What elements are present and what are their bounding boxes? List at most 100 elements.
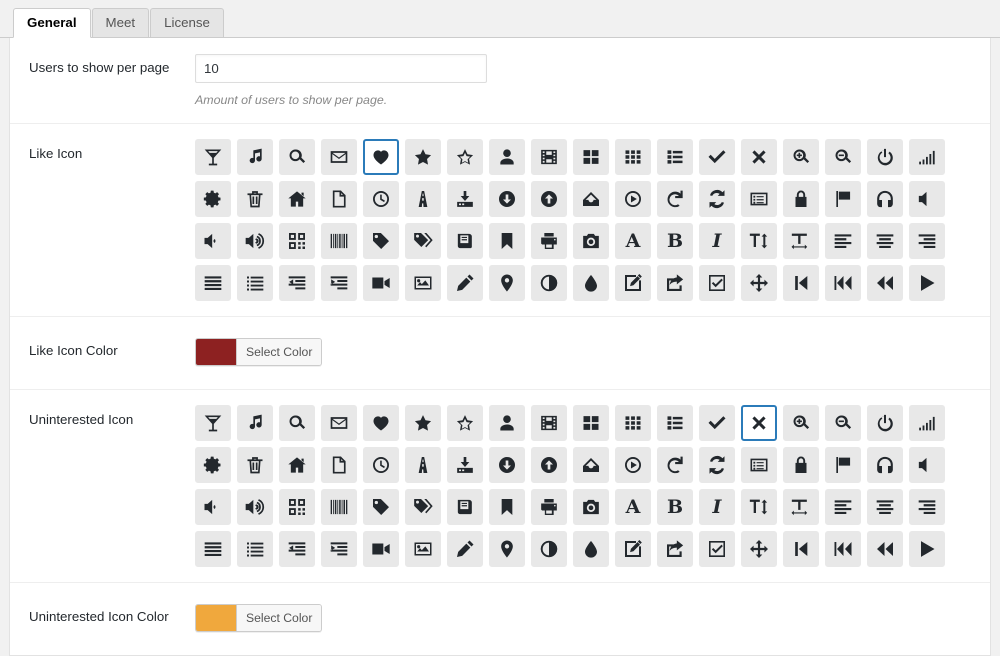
like-icon-color-picker[interactable]: Select Color: [195, 338, 323, 367]
arrow-down-circle-icon[interactable]: [489, 181, 525, 218]
road-icon[interactable]: [405, 181, 441, 218]
pencil-edit-icon[interactable]: [447, 265, 483, 302]
text-italic-i-icon[interactable]: I: [699, 489, 735, 526]
text-width-icon[interactable]: [783, 223, 819, 260]
grid-four-icon[interactable]: [573, 139, 609, 176]
droplet-tint-icon[interactable]: [573, 265, 609, 302]
tags-double-icon[interactable]: [405, 489, 441, 526]
film-strip-icon[interactable]: [531, 139, 567, 176]
arrow-up-circle-icon[interactable]: [531, 181, 567, 218]
arrow-up-circle-icon[interactable]: [531, 447, 567, 484]
text-italic-i-icon[interactable]: I: [699, 223, 735, 260]
trash-can-icon[interactable]: [237, 181, 273, 218]
volume-high-icon[interactable]: [237, 489, 273, 526]
text-height-icon[interactable]: [741, 489, 777, 526]
align-left-icon[interactable]: [825, 489, 861, 526]
power-off-icon[interactable]: [867, 405, 903, 442]
gear-cog-icon[interactable]: [195, 447, 231, 484]
checkbox-checked-icon[interactable]: [699, 531, 735, 568]
sync-arrows-icon[interactable]: [699, 447, 735, 484]
checkbox-checked-icon[interactable]: [699, 265, 735, 302]
play-triangle-icon[interactable]: [909, 531, 945, 568]
star-outline-icon[interactable]: [447, 139, 483, 176]
lock-closed-icon[interactable]: [783, 447, 819, 484]
image-picture-icon[interactable]: [405, 531, 441, 568]
book-icon[interactable]: [447, 489, 483, 526]
road-icon[interactable]: [405, 447, 441, 484]
window-list-icon[interactable]: [741, 447, 777, 484]
power-off-icon[interactable]: [867, 139, 903, 176]
align-right-icon[interactable]: [909, 223, 945, 260]
share-export-icon[interactable]: [657, 265, 693, 302]
envelope-mail-icon[interactable]: [321, 139, 357, 176]
fast-backward-icon[interactable]: [825, 531, 861, 568]
printer-icon[interactable]: [531, 223, 567, 260]
indent-icon[interactable]: [321, 265, 357, 302]
fast-backward-icon[interactable]: [825, 265, 861, 302]
cross-x-icon[interactable]: [741, 139, 777, 176]
user-person-icon[interactable]: [489, 139, 525, 176]
zoom-out-icon[interactable]: [825, 405, 861, 442]
align-right-icon[interactable]: [909, 489, 945, 526]
qr-code-icon[interactable]: [279, 489, 315, 526]
barcode-icon[interactable]: [321, 489, 357, 526]
volume-mute-icon[interactable]: [909, 447, 945, 484]
lock-closed-icon[interactable]: [783, 181, 819, 218]
barcode-icon[interactable]: [321, 223, 357, 260]
film-strip-icon[interactable]: [531, 405, 567, 442]
align-justify-icon[interactable]: [195, 531, 231, 568]
flag-icon[interactable]: [825, 181, 861, 218]
uninterested-icon-color-picker[interactable]: Select Color: [195, 604, 323, 633]
file-page-icon[interactable]: [321, 181, 357, 218]
unordered-list-icon[interactable]: [237, 265, 273, 302]
star-outline-icon[interactable]: [447, 405, 483, 442]
pencil-square-icon[interactable]: [615, 265, 651, 302]
download-tray-icon[interactable]: [447, 181, 483, 218]
play-circle-icon[interactable]: [615, 181, 651, 218]
video-camera-icon[interactable]: [363, 531, 399, 568]
star-filled-icon[interactable]: [405, 139, 441, 176]
file-page-icon[interactable]: [321, 447, 357, 484]
book-icon[interactable]: [447, 223, 483, 260]
home-house-icon[interactable]: [279, 181, 315, 218]
headphones-icon[interactable]: [867, 447, 903, 484]
qr-code-icon[interactable]: [279, 223, 315, 260]
contrast-adjust-icon[interactable]: [531, 265, 567, 302]
inbox-icon[interactable]: [573, 447, 609, 484]
text-width-icon[interactable]: [783, 489, 819, 526]
rewind-icon[interactable]: [867, 531, 903, 568]
checkmark-icon[interactable]: [699, 405, 735, 442]
step-backward-icon[interactable]: [783, 265, 819, 302]
like-color-swatch[interactable]: [196, 339, 236, 366]
home-house-icon[interactable]: [279, 447, 315, 484]
volume-high-icon[interactable]: [237, 223, 273, 260]
grid-nine-icon[interactable]: [615, 139, 651, 176]
droplet-tint-icon[interactable]: [573, 531, 609, 568]
map-pin-icon[interactable]: [489, 265, 525, 302]
uninterested-color-swatch[interactable]: [196, 605, 236, 632]
tab-meet[interactable]: Meet: [91, 8, 150, 38]
camera-icon[interactable]: [573, 223, 609, 260]
align-left-icon[interactable]: [825, 223, 861, 260]
pencil-edit-icon[interactable]: [447, 531, 483, 568]
trash-can-icon[interactable]: [237, 447, 273, 484]
download-tray-icon[interactable]: [447, 447, 483, 484]
play-circle-icon[interactable]: [615, 447, 651, 484]
volume-mute-icon[interactable]: [909, 181, 945, 218]
gear-cog-icon[interactable]: [195, 181, 231, 218]
list-view-icon[interactable]: [657, 405, 693, 442]
align-center-icon[interactable]: [867, 223, 903, 260]
magnifier-search-icon[interactable]: [279, 139, 315, 176]
unordered-list-icon[interactable]: [237, 531, 273, 568]
heart-filled-icon[interactable]: [363, 139, 399, 176]
zoom-in-icon[interactable]: [783, 139, 819, 176]
tag-icon[interactable]: [363, 489, 399, 526]
clock-time-icon[interactable]: [363, 447, 399, 484]
text-size-a-icon[interactable]: A: [615, 223, 651, 260]
contrast-adjust-icon[interactable]: [531, 531, 567, 568]
magnifier-search-icon[interactable]: [279, 405, 315, 442]
tag-icon[interactable]: [363, 223, 399, 260]
tags-double-icon[interactable]: [405, 223, 441, 260]
sync-arrows-icon[interactable]: [699, 181, 735, 218]
users-per-page-input[interactable]: [195, 54, 487, 83]
